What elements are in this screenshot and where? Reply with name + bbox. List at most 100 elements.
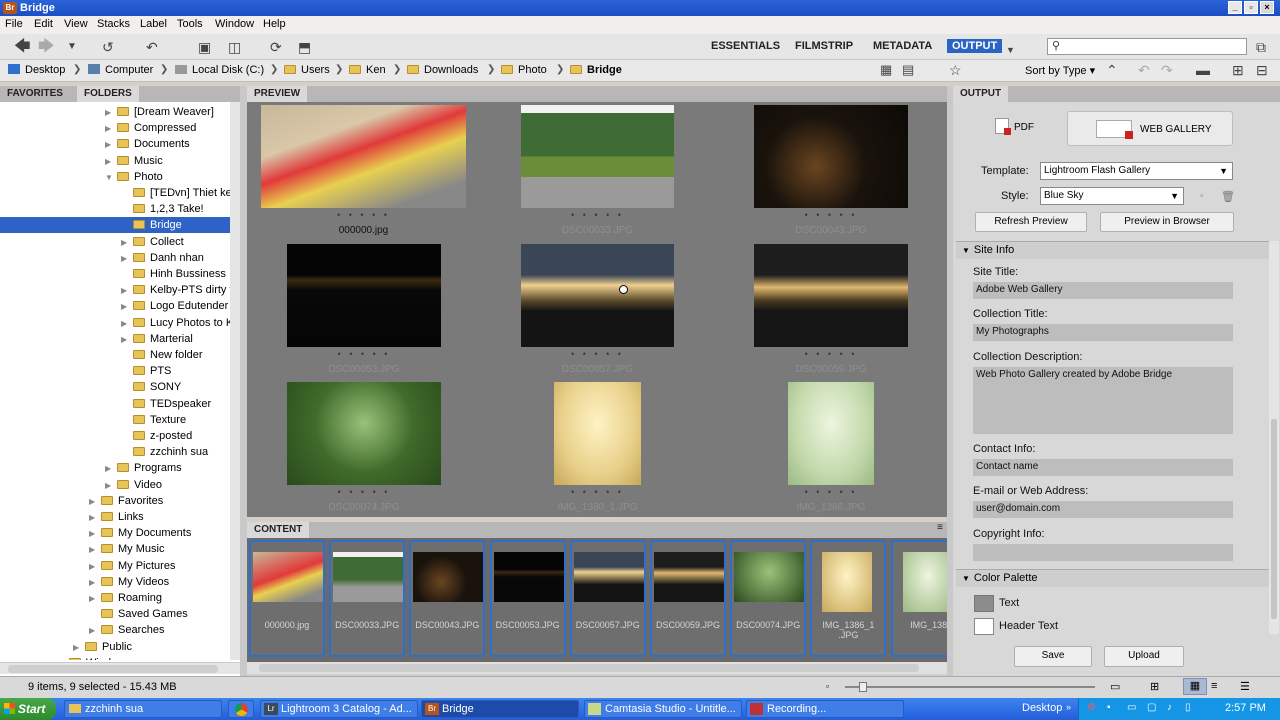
breadcrumb-ken[interactable]: Ken — [349, 64, 386, 76]
rotate-left-icon[interactable]: ↶ — [1138, 62, 1150, 78]
content-item[interactable]: DSC00059.JPG — [650, 540, 726, 657]
rating-stars[interactable]: • • • • • — [731, 487, 931, 497]
menu-window[interactable]: Window — [215, 18, 254, 30]
return-to-app-icon[interactable]: ↶ — [146, 39, 158, 55]
preview-thumbnail[interactable] — [788, 382, 874, 485]
content-item[interactable]: DSC00033.JPG — [329, 540, 406, 657]
copyright-field[interactable] — [973, 544, 1233, 561]
rating-stars[interactable]: • • • • • — [731, 210, 931, 220]
tree-node[interactable]: ▶ Collect — [0, 234, 230, 250]
style-select[interactable]: Blue Sky ▼ — [1040, 187, 1184, 205]
quality-icon[interactable]: ▦ — [880, 62, 892, 78]
triangle-right-icon[interactable]: ▶ — [89, 494, 101, 510]
tree-node[interactable]: Hinh Bussiness — [0, 266, 230, 282]
left-splitter[interactable] — [240, 86, 247, 676]
tree-vertical-scrollbar[interactable] — [230, 102, 240, 660]
rotate-right-icon[interactable]: ↷ — [1161, 62, 1173, 78]
workspace-essentials[interactable]: ESSENTIALS — [711, 40, 780, 52]
forward-arrow-icon[interactable]: 🡆 — [38, 39, 55, 55]
toolbar-expand-icon[interactable]: » — [1066, 702, 1071, 712]
content-item[interactable]: 000000.jpg — [249, 540, 325, 657]
tree-node[interactable]: ▶ Kelby-PTS dirty tric — [0, 282, 230, 298]
tree-node[interactable]: ▶ Programs — [0, 460, 230, 476]
header-text-color-swatch[interactable] — [974, 618, 994, 635]
delete-style-icon[interactable]: 🗑 — [1221, 190, 1235, 203]
tree-node[interactable]: ▶ My Videos — [0, 574, 230, 590]
scroll-thumb[interactable] — [8, 665, 218, 673]
menu-label[interactable]: Label — [140, 18, 167, 30]
tree-node[interactable]: Saved Games — [0, 606, 230, 622]
menu-tools[interactable]: Tools — [177, 18, 203, 30]
tree-node[interactable]: ▶ Compressed — [0, 120, 230, 136]
site-title-field[interactable]: Adobe Web Gallery — [973, 282, 1233, 299]
output-vertical-scrollbar[interactable] — [1269, 241, 1279, 634]
triangle-right-icon[interactable]: ▶ — [105, 154, 117, 170]
rotate-icon[interactable]: ⟳ — [270, 39, 282, 55]
menu-stacks[interactable]: Stacks — [97, 18, 130, 30]
slider-handle[interactable] — [859, 682, 867, 692]
content-item[interactable]: IMG_1386_1 .JPG — [810, 540, 887, 657]
zoom-out-icon[interactable]: ▫ — [826, 681, 829, 691]
tree-node[interactable]: ▶ My Music — [0, 541, 230, 557]
triangle-right-icon[interactable]: ▶ — [89, 526, 101, 542]
triangle-right-icon[interactable]: ▶ — [121, 299, 133, 315]
content-item[interactable]: DSC00074.JPG — [730, 540, 807, 657]
content-horizontal-scrollbar[interactable] — [247, 662, 947, 674]
preview-thumbnail[interactable] — [521, 244, 674, 347]
preview-thumbnail[interactable] — [754, 244, 908, 347]
triangle-right-icon[interactable]: ▶ — [89, 623, 101, 639]
start-button[interactable]: Start — [0, 698, 56, 720]
template-select[interactable]: Lightroom Flash Gallery ▼ — [1040, 162, 1233, 180]
triangle-right-icon[interactable]: ▶ — [121, 283, 133, 299]
tree-node[interactable]: ▶ My Pictures — [0, 558, 230, 574]
tray-app-icon[interactable]: ⚙ — [1087, 702, 1096, 713]
recent-dropdown-icon[interactable]: ▼ — [67, 39, 77, 55]
workspace-output[interactable]: OUTPUT — [947, 39, 1003, 53]
output-icon[interactable]: ⬒ — [298, 39, 311, 55]
upload-button[interactable]: Upload — [1104, 646, 1184, 667]
triangle-down-icon[interactable]: ▼ — [105, 170, 117, 186]
tree-node[interactable]: z-posted — [0, 428, 230, 444]
refresh-preview-button[interactable]: Refresh Preview — [975, 212, 1087, 232]
content-item[interactable]: DSC00043.JPG — [409, 540, 486, 657]
list-view-icon[interactable]: ☰ — [1240, 680, 1250, 693]
thumbnail-size-slider[interactable] — [845, 682, 1095, 692]
breadcrumb-computer[interactable]: Computer — [88, 64, 153, 76]
tree-node[interactable]: ▶ My Documents — [0, 525, 230, 541]
collection-title-field[interactable]: My Photographs — [973, 324, 1233, 341]
preview-thumbnail[interactable] — [287, 244, 441, 347]
tab-preview[interactable]: PREVIEW — [247, 86, 308, 102]
tree-node[interactable]: ▶ Marterial — [0, 331, 230, 347]
tray-volume-icon[interactable]: ♪ — [1167, 702, 1172, 713]
tree-node[interactable]: ▼ Photo — [0, 169, 230, 185]
thumbnails-view-icon[interactable]: ≡ — [1211, 680, 1217, 692]
tree-horizontal-scrollbar[interactable] — [0, 662, 240, 674]
tree-node[interactable]: TEDspeaker — [0, 396, 230, 412]
rating-stars[interactable]: • • • • • — [264, 349, 464, 359]
star-filter-icon[interactable]: ☆ — [949, 62, 962, 78]
view-options-icon[interactable]: ▤ — [902, 62, 914, 78]
tray-network-icon[interactable]: ▪ — [1107, 702, 1111, 713]
search-input[interactable]: ⚲ — [1047, 38, 1247, 55]
clock[interactable]: 2:57 PM — [1225, 702, 1266, 714]
triangle-right-icon[interactable]: ▶ — [121, 251, 133, 267]
camera-import-icon[interactable]: ▣ — [198, 39, 211, 55]
triangle-right-icon[interactable]: ▶ — [105, 105, 117, 121]
maximize-button[interactable]: ▫ — [1244, 1, 1258, 14]
breadcrumb-local-disk[interactable]: Local Disk (C:) — [175, 64, 264, 76]
details-view-icon[interactable]: ▦ — [1183, 678, 1207, 695]
compact-mode-icon[interactable]: ⧉ — [1256, 39, 1266, 55]
task-bridge[interactable]: Br Bridge — [421, 700, 579, 718]
menu-edit[interactable]: Edit — [34, 18, 53, 30]
tab-favorites[interactable]: FAVORITES — [0, 86, 70, 102]
tree-node[interactable]: PTS — [0, 363, 230, 379]
tree-node[interactable]: ▶ Public — [0, 639, 230, 655]
preview-thumbnail[interactable] — [261, 105, 466, 208]
contact-info-field[interactable]: Contact name — [973, 459, 1233, 476]
triangle-right-icon[interactable]: ▶ — [121, 332, 133, 348]
desktop-toolbar-label[interactable]: Desktop — [1022, 702, 1062, 714]
workspace-dropdown-icon[interactable]: ▼ — [1006, 42, 1015, 58]
refine-icon[interactable]: ◫ — [228, 39, 241, 55]
task-camtasia[interactable]: Camtasia Studio - Untitle... — [584, 700, 742, 718]
email-field[interactable]: user@domain.com — [973, 501, 1233, 518]
